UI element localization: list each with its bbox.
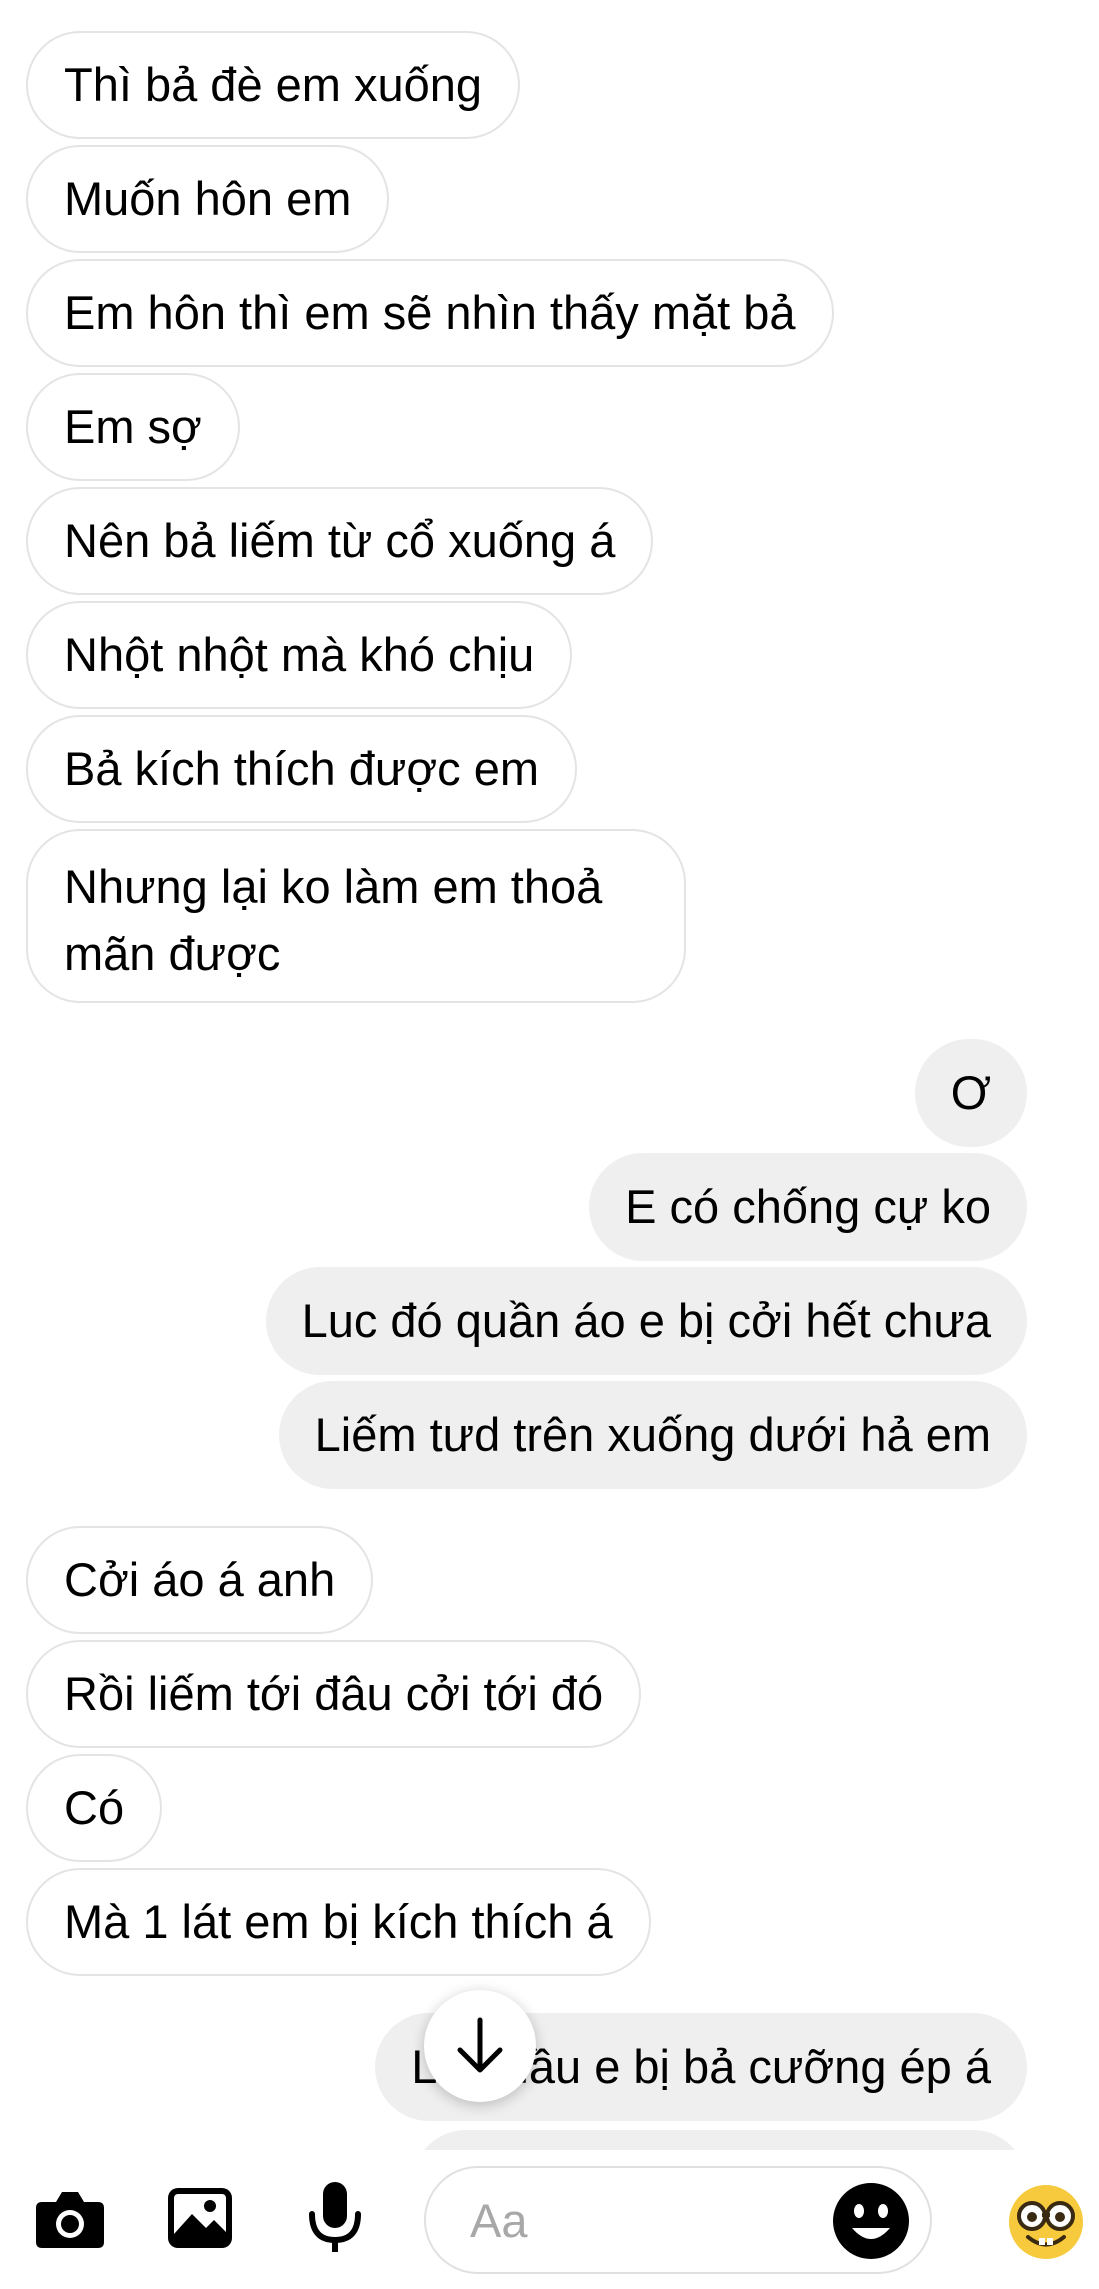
- nerd-face-icon[interactable]: [1006, 2182, 1086, 2262]
- message-bubble-incoming[interactable]: Thì bả đè em xuống: [26, 31, 521, 139]
- message-bubble-outgoing[interactable]: Liếm tưd trên xuống dưới hả em: [278, 1381, 1027, 1489]
- message-text: Em sợ: [64, 400, 202, 453]
- message-bubble-incoming[interactable]: Nhưng lại ko làm em thoả mãn được: [26, 829, 686, 1003]
- message-text: Mà 1 lát em bị kích thích á: [64, 1895, 613, 1948]
- message-bubble-outgoing-partial[interactable]: [412, 2130, 1027, 2150]
- smiley-icon[interactable]: [830, 2180, 912, 2262]
- message-bubble-incoming[interactable]: Mà 1 lát em bị kích thích á: [26, 1868, 651, 1976]
- message-text: Nhột nhột mà khó chịu: [64, 628, 535, 681]
- arrow-down-icon: [457, 2017, 503, 2073]
- message-bubble-incoming[interactable]: Cởi áo á anh: [26, 1526, 374, 1634]
- message-text: Ơ: [950, 1066, 991, 1119]
- message-text: Bả kích thích được em: [64, 742, 540, 795]
- message-bubble-incoming[interactable]: Nên bả liếm từ cổ xuống á: [26, 487, 654, 595]
- message-text: Nên bả liếm từ cổ xuống á: [64, 514, 616, 567]
- message-text: Muốn hôn em: [64, 172, 352, 225]
- message-text: Cởi áo á anh: [64, 1553, 336, 1606]
- message-bubble-incoming[interactable]: Có: [26, 1754, 163, 1862]
- message-text: Nhưng lại ko làm em thoả mãn được: [64, 860, 603, 980]
- gallery-icon[interactable]: [166, 2186, 234, 2250]
- message-bubble-incoming[interactable]: Rồi liếm tới đâu cởi tới đó: [26, 1640, 642, 1748]
- message-thread[interactable]: Thì bả đè em xuống Muốn hôn em Em hôn th…: [0, 0, 1099, 2150]
- message-bubble-incoming[interactable]: Nhột nhột mà khó chịu: [26, 601, 573, 709]
- message-text: E có chống cự ko: [625, 1180, 991, 1233]
- message-bubble-incoming[interactable]: Em hôn thì em sẽ nhìn thấy mặt bả: [26, 259, 834, 367]
- camera-icon[interactable]: [34, 2188, 106, 2250]
- message-text: Em hôn thì em sẽ nhìn thấy mặt bả: [64, 286, 796, 339]
- message-input[interactable]: Aa: [424, 2166, 932, 2274]
- message-bubble-incoming[interactable]: Muốn hôn em: [26, 145, 390, 253]
- message-text: Liếm tưd trên xuống dưới hả em: [314, 1408, 991, 1461]
- message-bubble-incoming[interactable]: Bả kích thích được em: [26, 715, 578, 823]
- microphone-icon[interactable]: [306, 2180, 364, 2258]
- message-text: Luc đó quần áo e bị cởi hết chưa: [301, 1294, 991, 1347]
- message-bubble-outgoing[interactable]: Ơ: [914, 1039, 1027, 1147]
- message-bubble-outgoing[interactable]: Luc đó quần áo e bị cởi hết chưa: [265, 1267, 1027, 1375]
- message-text: Rồi liếm tới đâu cởi tới đó: [64, 1667, 604, 1720]
- message-composer: Aa: [0, 2150, 1099, 2289]
- scroll-to-bottom-button[interactable]: [424, 1990, 536, 2102]
- message-bubble-outgoing[interactable]: E có chống cự ko: [589, 1153, 1027, 1261]
- message-text: Thì bả đè em xuống: [64, 58, 483, 111]
- message-bubble-incoming[interactable]: Em sợ: [26, 373, 240, 481]
- message-input-placeholder: Aa: [470, 2194, 528, 2247]
- message-text: Có: [64, 1781, 125, 1834]
